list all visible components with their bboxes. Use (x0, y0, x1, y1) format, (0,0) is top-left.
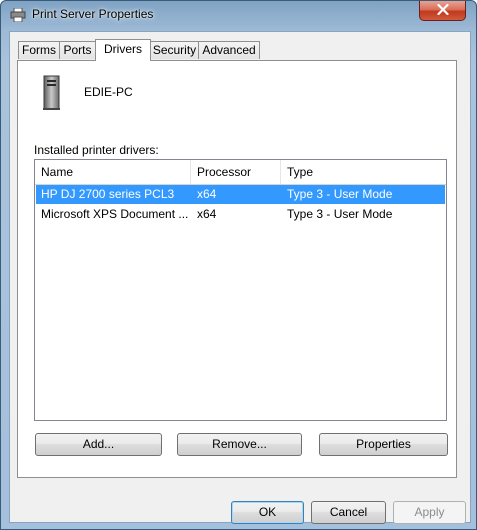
print-server-properties-window: Print Server Properties Forms Ports Driv… (0, 0, 477, 530)
driver-name: HP DJ 2700 series PCL3 (41, 187, 175, 201)
close-icon (436, 3, 449, 18)
tab-ports[interactable]: Ports (59, 41, 96, 59)
installed-drivers-list[interactable]: Name Processor Type HP DJ 2700 series PC… (34, 159, 447, 421)
remove-driver-button[interactable]: Remove... (177, 433, 302, 456)
list-header: Name Processor Type (35, 160, 446, 185)
dialog-client-area: Forms Ports Drivers Security Advanced ED… (9, 31, 471, 524)
window-title: Print Server Properties (32, 7, 154, 21)
driver-name: Microsoft XPS Document ... (41, 207, 189, 221)
server-computer-icon (41, 75, 63, 111)
column-header-processor[interactable]: Processor (191, 160, 281, 184)
driver-row-hp-dj-2700[interactable]: HP DJ 2700 series PCL3 x64 Type 3 - User… (36, 185, 445, 204)
column-header-type[interactable]: Type (281, 160, 446, 184)
driver-type: Type 3 - User Mode (287, 207, 393, 221)
cancel-button[interactable]: Cancel (311, 501, 386, 524)
tab-advanced[interactable]: Advanced (198, 41, 260, 59)
drivers-tab-panel: EDIE-PC Installed printer drivers: Name … (17, 60, 457, 478)
printer-icon (10, 7, 26, 23)
tab-drivers[interactable]: Drivers (95, 39, 151, 61)
close-button[interactable] (419, 1, 466, 21)
tab-security[interactable]: Security (150, 41, 199, 59)
column-header-name[interactable]: Name (35, 160, 191, 184)
driver-row-microsoft-xps[interactable]: Microsoft XPS Document ... x64 Type 3 - … (36, 205, 445, 224)
driver-processor: x64 (197, 187, 217, 201)
server-name: EDIE-PC (84, 85, 133, 99)
add-driver-button[interactable]: Add... (35, 433, 162, 456)
driver-properties-button[interactable]: Properties (319, 433, 448, 456)
tab-forms[interactable]: Forms (18, 41, 60, 59)
title-bar[interactable]: Print Server Properties (1, 1, 476, 29)
ok-button[interactable]: OK (231, 501, 304, 524)
installed-drivers-label: Installed printer drivers: (34, 143, 159, 157)
driver-processor: x64 (197, 207, 217, 221)
driver-type: Type 3 - User Mode (287, 187, 393, 201)
apply-button[interactable]: Apply (393, 501, 466, 524)
